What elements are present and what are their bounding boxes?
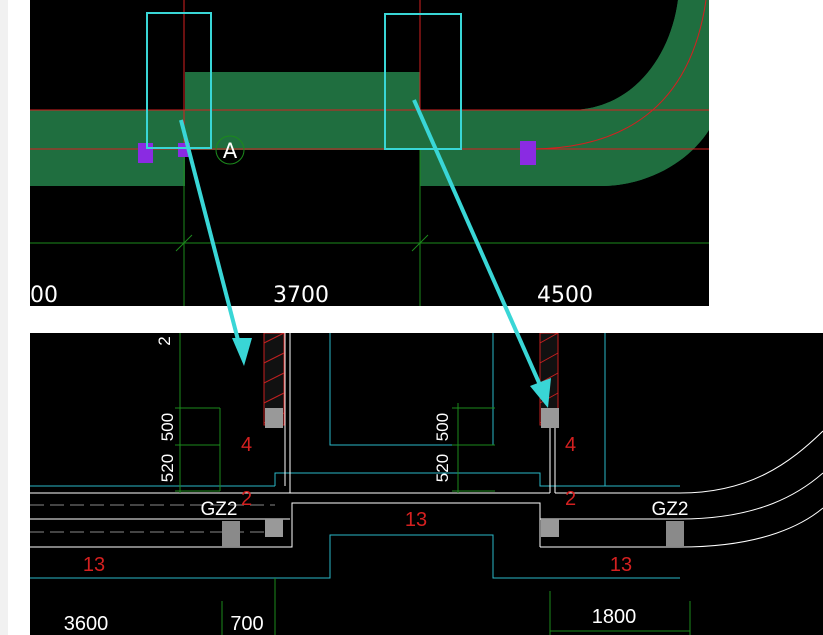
detail-view-drawing: 2 520 500 520 500 4 2 13 13 4 2 13 GZ2 G…	[30, 333, 823, 635]
label-13-left: 13	[83, 554, 105, 576]
plan-view-panel[interactable]: A 00 3700 4500	[30, 0, 709, 306]
cyan-outline-pocket-left	[329, 333, 494, 446]
cyan-outline-right	[604, 333, 680, 487]
dim-text-520-left: 520	[158, 454, 177, 482]
column-marker-3	[520, 141, 536, 165]
label-13-center: 13	[405, 509, 427, 531]
column-block-upper-right	[541, 408, 559, 428]
dim-text-520-right: 520	[433, 454, 452, 482]
label-2-left: 2	[241, 488, 252, 510]
gz2-label-right: GZ2	[652, 499, 689, 520]
gz2-column-mid	[265, 519, 283, 537]
dim-text-3600: 3600	[64, 613, 109, 635]
label-4-right: 4	[565, 434, 576, 456]
dim-text-1800: 1800	[592, 606, 637, 628]
detail-view-panel[interactable]: 2 520 500 520 500 4 2 13 13 4 2 13 GZ2 G…	[30, 333, 823, 635]
wall-curve-fill	[530, 0, 709, 186]
dim-text-500-left: 500	[158, 413, 177, 441]
label-13-right: 13	[610, 554, 632, 576]
gz2-label-left: GZ2	[201, 499, 238, 520]
column-marker-2	[178, 143, 190, 157]
label-2-right: 2	[565, 488, 576, 510]
dim-lines-left	[175, 333, 221, 493]
label-4-left: 4	[241, 434, 252, 456]
dim-text-700: 700	[230, 613, 263, 635]
axis-label-a: A	[223, 139, 238, 163]
dim-text-00: 00	[30, 283, 58, 306]
column-block-upper-left	[265, 408, 283, 428]
cyan-outline-lower	[30, 534, 680, 579]
cyan-outline-mid	[274, 472, 680, 487]
window-edge	[0, 0, 8, 635]
dim-text-4500: 4500	[537, 283, 593, 306]
plan-view-drawing: A 00 3700 4500	[30, 0, 709, 306]
column-marker-1	[138, 143, 153, 163]
wall-line-10	[555, 430, 823, 494]
gz2-column-right	[666, 521, 684, 547]
gz2-column-mid-right	[541, 519, 559, 537]
dim-lines-right	[452, 403, 495, 493]
dim-text-top-fragment: 2	[155, 336, 174, 345]
dim-text-500-right: 500	[433, 413, 452, 441]
dim-text-3700: 3700	[273, 283, 329, 306]
gz2-column-left	[222, 521, 240, 547]
hatching	[263, 333, 559, 424]
